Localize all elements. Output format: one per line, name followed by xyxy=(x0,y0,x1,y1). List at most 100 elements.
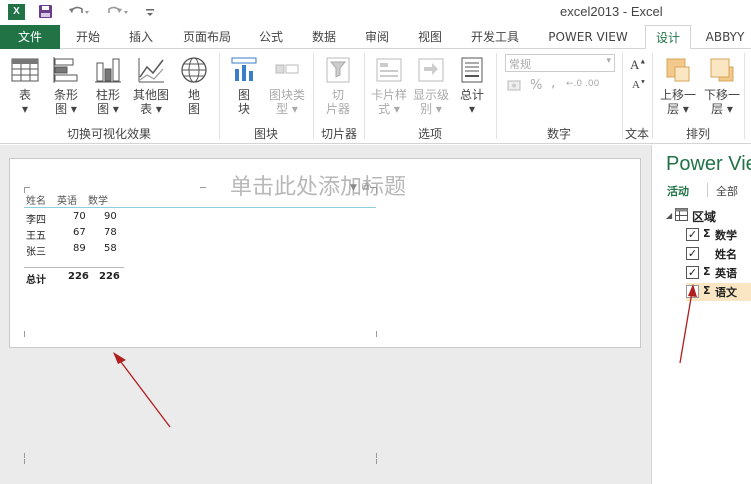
sigma-icon: Σ xyxy=(703,265,711,278)
table-cell: 89 xyxy=(73,243,86,254)
collapse-icon[interactable]: ◢ xyxy=(666,211,672,220)
tab-design[interactable]: 设计 xyxy=(645,25,691,50)
view-title-placeholder[interactable]: 单击此处添加标题 xyxy=(230,169,406,201)
tab-active-fields[interactable]: 活动 xyxy=(667,183,689,199)
group-label-number: 数字 xyxy=(546,127,571,141)
send-backward-button[interactable]: 下移一 层 ▾ xyxy=(700,55,744,116)
bar-chart-button[interactable]: 条形 图 ▾ xyxy=(48,55,84,116)
filter-icon[interactable]: ▼ xyxy=(350,183,357,193)
totals-icon xyxy=(461,57,483,83)
power-view-sheet[interactable]: 单击此处添加标题 ▼ ⧉ 姓名 英语 数学 李四 70 90 王五 67 78 … xyxy=(9,158,641,464)
tab-review[interactable]: 审阅 xyxy=(354,25,400,49)
globe-icon xyxy=(181,57,207,83)
line-chart-icon xyxy=(138,58,164,83)
table-header-english[interactable]: 英语 xyxy=(57,192,77,207)
bring-forward-button[interactable]: 上移一 层 ▾ xyxy=(656,55,700,116)
table-cell: 70 xyxy=(73,211,86,222)
checkbox-math[interactable]: ✓ xyxy=(686,228,699,241)
field-row-math[interactable]: ✓ Σ 数学 xyxy=(686,226,751,244)
field-row-english[interactable]: ✓ Σ 英语 xyxy=(686,264,751,282)
checkbox-chinese[interactable] xyxy=(686,285,699,298)
group-label-text: 文本 xyxy=(624,127,649,141)
field-row-name[interactable]: ✓ 姓名 xyxy=(686,245,751,263)
checkbox-english[interactable]: ✓ xyxy=(686,266,699,279)
table-header-math[interactable]: 数学 xyxy=(88,192,108,207)
table-viz-button[interactable]: 表 ▾ xyxy=(8,55,42,116)
customize-icon[interactable] xyxy=(145,4,155,24)
tab-file[interactable]: 文件 xyxy=(0,25,60,49)
bring-forward-icon xyxy=(666,58,690,82)
sigma-icon: Σ xyxy=(703,284,711,297)
title-bar: X excel2013 - Excel xyxy=(0,0,751,25)
undo-icon[interactable] xyxy=(68,4,90,24)
group-divider xyxy=(744,53,745,139)
frame-handle[interactable] xyxy=(200,187,206,188)
tab-insert[interactable]: 插入 xyxy=(117,25,165,49)
table-cell: 王五 xyxy=(26,231,46,242)
tile-type-icon xyxy=(275,64,299,74)
tab-view[interactable]: 视图 xyxy=(407,25,453,49)
tab-all-fields[interactable]: 全部 xyxy=(716,183,738,199)
table-total-label: 总计 xyxy=(26,275,46,286)
save-icon[interactable] xyxy=(38,4,53,24)
frame-corner xyxy=(24,453,25,458)
percent-button[interactable]: % xyxy=(530,78,542,93)
card-style-icon xyxy=(376,58,402,82)
table-cell: 78 xyxy=(104,227,117,238)
other-chart-button[interactable]: 其他图 表 ▾ xyxy=(131,55,171,116)
increase-font-icon[interactable]: A▲ xyxy=(630,57,646,73)
tab-abbyy[interactable]: ABBYY xyxy=(699,25,751,49)
tab-developer[interactable]: 开发工具 xyxy=(462,25,528,49)
table-icon xyxy=(11,58,39,82)
card-style-button[interactable]: 卡片样 式 ▾ xyxy=(368,55,410,116)
map-button[interactable]: 地 图 xyxy=(177,55,211,116)
bar-chart-icon xyxy=(53,57,78,83)
tab-data[interactable]: 数据 xyxy=(301,25,347,49)
power-view-fields-panel: Power View 活动 全部 ◢ 区域 ✓ Σ 数学 ✓ 姓名 ✓ Σ 英语… xyxy=(651,145,751,484)
tile-type-button[interactable]: 图块类 型 ▾ xyxy=(264,55,310,116)
tab-formulas[interactable]: 公式 xyxy=(248,25,294,49)
column-chart-icon xyxy=(95,58,121,83)
tiles-button[interactable]: 图 块 xyxy=(227,55,261,116)
slicer-button[interactable]: 切 片器 xyxy=(321,55,355,116)
show-levels-button[interactable]: 显示级 别 ▾ xyxy=(410,55,452,116)
field-section-region[interactable]: 区域 xyxy=(692,208,716,225)
frame-corner xyxy=(376,331,377,337)
table-total-math: 226 xyxy=(99,271,120,282)
pop-out-icon[interactable]: ⧉ xyxy=(362,182,369,193)
table-icon xyxy=(675,208,688,224)
comma-button[interactable]: , xyxy=(551,75,555,91)
tab-page-layout[interactable]: 页面布局 xyxy=(173,25,241,49)
sigma-icon: Σ xyxy=(703,227,711,240)
frame-corner xyxy=(24,331,25,337)
tab-home[interactable]: 开始 xyxy=(64,25,112,49)
excel-logo-icon: X xyxy=(8,4,25,20)
table-total-divider xyxy=(24,267,124,268)
number-format-select[interactable]: 常规 ▾ xyxy=(505,54,615,72)
table-cell: 90 xyxy=(104,211,117,222)
show-levels-icon xyxy=(418,58,444,82)
ribbon-tab-row: 文件 开始 插入 页面布局 公式 数据 审阅 视图 开发工具 POWER VIE… xyxy=(0,25,751,50)
fields-panel-title: Power View xyxy=(666,153,751,175)
decimal-buttons[interactable]: ←.0 .00 xyxy=(566,79,599,89)
fields-tab-divider xyxy=(707,183,708,197)
table-total-english: 226 xyxy=(68,271,89,282)
totals-button[interactable]: 总计 ▾ xyxy=(455,55,489,116)
send-backward-icon xyxy=(710,58,734,82)
table-header-name[interactable]: 姓名 xyxy=(26,192,46,207)
table-header-underline xyxy=(24,207,376,208)
frame-corner xyxy=(376,187,377,193)
field-name: 英语 xyxy=(715,267,737,280)
group-label-switch-viz: 切换可视化效果 xyxy=(66,127,151,141)
decrease-font-icon[interactable]: A▼ xyxy=(632,79,646,91)
table-cell: 张三 xyxy=(26,247,46,258)
checkbox-name[interactable]: ✓ xyxy=(686,247,699,260)
redo-icon[interactable] xyxy=(107,4,129,24)
field-row-chinese[interactable]: Σ 语文 xyxy=(686,283,751,301)
tab-power-view[interactable]: POWER VIEW xyxy=(537,25,639,49)
table-cell: 李四 xyxy=(26,215,46,226)
column-chart-button[interactable]: 柱形 图 ▾ xyxy=(90,55,126,116)
group-label-options: 选项 xyxy=(417,127,442,141)
currency-icon[interactable] xyxy=(507,79,523,96)
field-name: 数学 xyxy=(715,229,737,242)
